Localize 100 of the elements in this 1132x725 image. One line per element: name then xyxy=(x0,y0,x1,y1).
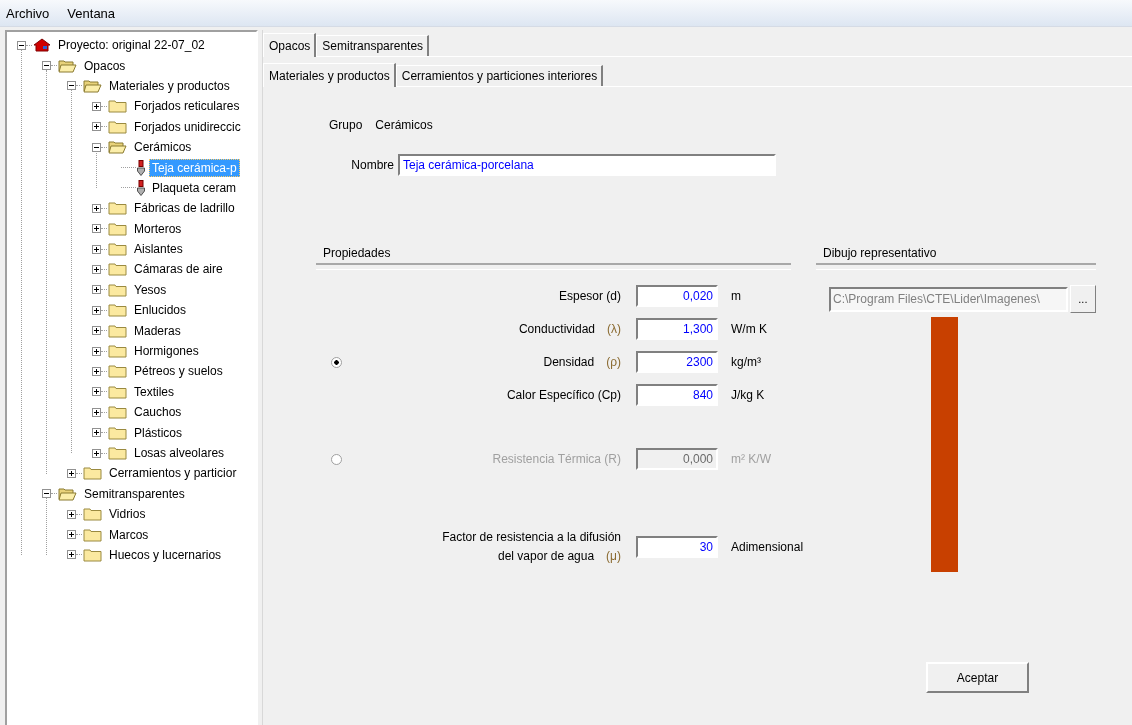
unit-label: kg/m³ xyxy=(731,355,761,369)
tab[interactable]: Semitransparentes xyxy=(316,35,430,56)
tree-item[interactable]: Marcos xyxy=(106,525,152,544)
accept-button[interactable]: Aceptar xyxy=(926,662,1029,693)
open-folder-icon xyxy=(108,140,127,155)
open-folder-icon xyxy=(58,58,77,73)
name-label: Nombre xyxy=(350,158,394,172)
tree-toggle[interactable] xyxy=(92,203,101,213)
tree-toggle[interactable] xyxy=(92,346,101,356)
open-folder-icon xyxy=(58,486,77,501)
unit-label: W/m K xyxy=(731,322,767,336)
tree-toggle[interactable] xyxy=(92,326,101,336)
property-field[interactable]: 2300 xyxy=(636,351,718,373)
section-title: Propiedades xyxy=(322,246,392,261)
tree-toggle[interactable] xyxy=(42,61,51,71)
folder-icon xyxy=(83,507,102,522)
tree-item[interactable]: Opacos xyxy=(81,56,129,75)
tree-item[interactable]: Enlucidos xyxy=(131,301,190,320)
tree-item[interactable]: Plásticos xyxy=(131,423,186,442)
tree-item[interactable]: Semitransparentes xyxy=(81,484,188,503)
tree-toggle[interactable] xyxy=(92,224,101,234)
tree-item[interactable]: Hormigones xyxy=(131,342,202,361)
folder-icon xyxy=(108,282,127,297)
tree-toggle[interactable] xyxy=(92,448,101,458)
folder-icon xyxy=(108,364,127,379)
browse-button[interactable]: ... xyxy=(1069,285,1096,313)
property-label: Espesor (d) xyxy=(557,287,621,305)
tree-item[interactable]: Morteros xyxy=(131,219,185,238)
property-field[interactable]: 840 xyxy=(636,384,718,406)
folder-icon xyxy=(108,323,127,338)
section-title: Dibujo representativo xyxy=(822,246,938,261)
path-field[interactable]: C:\Program Files\CTE\Lider\Imagenes\ xyxy=(829,286,1068,312)
tree-toggle[interactable] xyxy=(92,387,101,397)
tree-item[interactable]: Cerramientos y particior xyxy=(106,464,240,483)
tree-toggle[interactable] xyxy=(92,285,101,295)
tree-item[interactable]: Forjados reticulares xyxy=(131,97,243,116)
tree-item[interactable]: Plaqueta ceram xyxy=(149,178,240,197)
folder-icon xyxy=(108,344,127,359)
tree-toggle[interactable] xyxy=(67,550,76,560)
tree-toggle[interactable] xyxy=(92,122,101,132)
tree-toggle[interactable] xyxy=(92,142,101,152)
folder-icon xyxy=(83,547,102,562)
property-field[interactable]: 1,300 xyxy=(636,318,718,340)
tree-item[interactable]: Pétreos y suelos xyxy=(131,362,226,381)
tree-toggle[interactable] xyxy=(67,509,76,519)
tree-item[interactable]: Fábricas de ladrillo xyxy=(131,199,238,218)
folder-icon xyxy=(108,99,127,114)
tree-toggle[interactable] xyxy=(67,81,76,91)
group-value: Cerámicos xyxy=(375,118,433,132)
tree-toggle[interactable] xyxy=(92,407,101,417)
tree-toggle[interactable] xyxy=(42,489,51,499)
folder-icon xyxy=(108,384,127,399)
tree-item[interactable]: Vidrios xyxy=(106,505,149,524)
tree-item[interactable]: Textiles xyxy=(131,382,177,401)
folder-icon xyxy=(108,446,127,460)
folder-icon xyxy=(108,221,127,236)
tree-item[interactable]: Cauchos xyxy=(131,403,185,422)
property-label: Densidad (ρ) xyxy=(542,353,621,371)
tab[interactable]: Materiales y productos xyxy=(263,63,396,87)
tree-item[interactable]: Cerámicos xyxy=(131,138,195,157)
tree-item[interactable]: Yesos xyxy=(131,280,170,299)
tree-toggle[interactable] xyxy=(92,428,101,438)
name-field[interactable]: Teja cerámica-porcelana xyxy=(398,154,776,176)
tree-toggle[interactable] xyxy=(67,468,76,478)
unit-label: m² K/W xyxy=(731,452,771,466)
tree-item[interactable]: Losas alveolares xyxy=(131,444,228,462)
house-icon xyxy=(33,38,51,53)
property-field[interactable]: 30 xyxy=(636,536,718,558)
tree-toggle[interactable] xyxy=(92,366,101,376)
group-label: Grupo xyxy=(329,118,363,132)
tree-toggle[interactable] xyxy=(92,244,101,254)
tree-item[interactable]: Maderas xyxy=(131,321,184,340)
menu-item[interactable]: Archivo xyxy=(6,5,50,21)
menu-item[interactable]: Ventana xyxy=(67,5,116,21)
folder-icon xyxy=(108,262,127,277)
property-label: Resistencia Térmica (R) xyxy=(491,450,621,468)
folder-icon xyxy=(108,242,127,257)
tree-toggle[interactable] xyxy=(92,101,101,111)
property-field[interactable]: 0,020 xyxy=(636,285,718,307)
tree-toggle[interactable] xyxy=(92,265,101,274)
tree-item[interactable]: Forjados unidireccic xyxy=(131,117,244,136)
unit-label: m xyxy=(731,289,741,303)
radio-button[interactable] xyxy=(330,356,342,368)
tree-item[interactable]: Huecos y lucernarios xyxy=(106,545,225,564)
property-label: Factor de resistencia a la difusión del vapor de agua (μ) xyxy=(441,529,621,565)
tree-toggle[interactable] xyxy=(67,530,76,540)
folder-icon xyxy=(108,425,127,440)
unit-label: J/kg K xyxy=(731,388,765,402)
tree-item[interactable]: Aislantes xyxy=(131,240,186,259)
folder-icon xyxy=(108,405,127,420)
folder-icon xyxy=(108,201,127,216)
tab[interactable]: Cerramientos y particiones interiores xyxy=(395,65,604,86)
tree-toggle[interactable] xyxy=(92,305,101,315)
tree-item[interactable]: Proyecto: original 22-07_02 xyxy=(55,36,208,55)
radio-button[interactable] xyxy=(330,453,342,465)
tree-item[interactable]: Materiales y productos xyxy=(106,76,233,95)
tree-toggle[interactable] xyxy=(17,40,26,50)
tree-item[interactable]: Cámaras de aire xyxy=(131,260,226,279)
property-label: Calor Específico (Cp) xyxy=(505,386,621,404)
tab[interactable]: Opacos xyxy=(263,33,317,57)
